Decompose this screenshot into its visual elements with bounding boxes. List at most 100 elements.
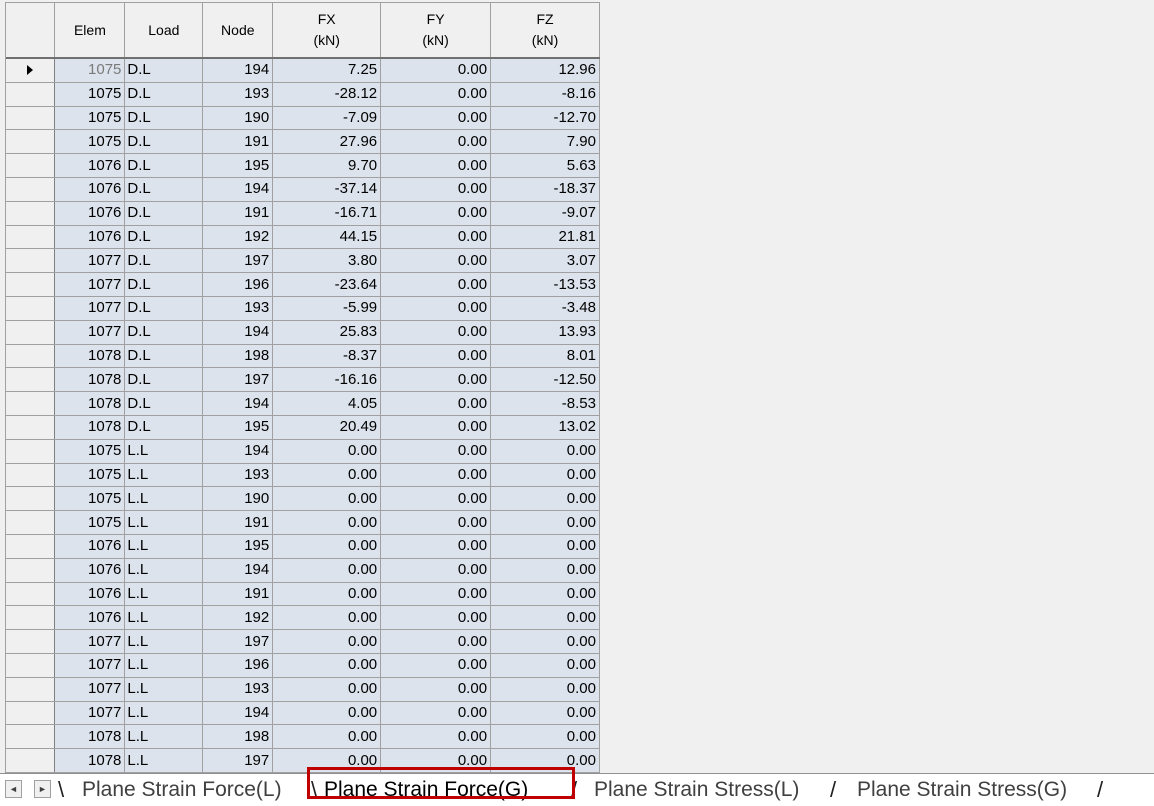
- cell-fx[interactable]: 25.83: [272, 320, 382, 345]
- cell-fx[interactable]: 44.15: [272, 225, 382, 250]
- tab-plane-strain-force-l[interactable]: Plane Strain Force(L): [82, 776, 282, 804]
- cell-node[interactable]: 197: [202, 748, 274, 773]
- cell-fy[interactable]: 0.00: [380, 225, 492, 250]
- cell-fy[interactable]: 0.00: [380, 558, 492, 583]
- table-row[interactable]: 1075 L.L 194 0.00 0.00 0.00: [6, 439, 600, 464]
- cell-load[interactable]: L.L: [124, 629, 204, 654]
- cell-fz[interactable]: 0.00: [490, 748, 600, 773]
- cell-fy[interactable]: 0.00: [380, 415, 492, 440]
- cell-elem[interactable]: 1077: [54, 677, 126, 702]
- cell-node[interactable]: 193: [202, 82, 274, 107]
- cell-fy[interactable]: 0.00: [380, 391, 492, 416]
- table-row[interactable]: 1076 L.L 194 0.00 0.00 0.00: [6, 558, 600, 583]
- cell-elem[interactable]: 1076: [54, 558, 126, 583]
- cell-fx[interactable]: -16.71: [272, 201, 382, 226]
- row-selector[interactable]: [6, 748, 56, 773]
- cell-fz[interactable]: -8.53: [490, 391, 600, 416]
- row-selector[interactable]: [6, 367, 56, 393]
- cell-elem[interactable]: 1076: [54, 225, 126, 250]
- cell-fy[interactable]: 0.00: [380, 296, 492, 321]
- cell-fy[interactable]: 0.00: [380, 272, 492, 297]
- cell-node[interactable]: 191: [202, 510, 274, 535]
- cell-node[interactable]: 193: [202, 463, 274, 488]
- cell-fz[interactable]: 0.00: [490, 724, 600, 750]
- cell-elem[interactable]: 1076: [54, 534, 126, 559]
- cell-fz[interactable]: 7.90: [490, 129, 600, 155]
- cell-elem[interactable]: 1077: [54, 272, 126, 297]
- table-row[interactable]: 1077 L.L 193 0.00 0.00 0.00: [6, 677, 600, 702]
- cell-fx[interactable]: 0.00: [272, 582, 382, 607]
- cell-load[interactable]: D.L: [124, 201, 204, 226]
- cell-fz[interactable]: 12.96: [490, 58, 600, 83]
- cell-fy[interactable]: 0.00: [380, 58, 492, 83]
- cell-node[interactable]: 193: [202, 677, 274, 702]
- cell-fy[interactable]: 0.00: [380, 177, 492, 202]
- cell-fz[interactable]: -12.50: [490, 367, 600, 393]
- cell-fy[interactable]: 0.00: [380, 534, 492, 559]
- cell-elem[interactable]: 1075: [54, 510, 126, 535]
- cell-fz[interactable]: 0.00: [490, 677, 600, 702]
- cell-elem[interactable]: 1075: [54, 439, 126, 464]
- cell-fx[interactable]: 27.96: [272, 129, 382, 155]
- cell-load[interactable]: D.L: [124, 248, 204, 274]
- result-table-grid[interactable]: Elem Load Node FX (kN) FY (kN) FZ (kN) 1…: [5, 2, 600, 773]
- cell-fy[interactable]: 0.00: [380, 439, 492, 464]
- cell-fy[interactable]: 0.00: [380, 582, 492, 607]
- cell-fz[interactable]: -13.53: [490, 272, 600, 297]
- cell-elem[interactable]: 1075: [54, 106, 126, 131]
- tab-scroll-left-button[interactable]: ◄: [5, 780, 22, 798]
- cell-node[interactable]: 194: [202, 58, 274, 83]
- cell-fy[interactable]: 0.00: [380, 153, 492, 178]
- cell-fz[interactable]: 8.01: [490, 344, 600, 369]
- row-selector[interactable]: [6, 320, 56, 345]
- row-selector[interactable]: [6, 629, 56, 654]
- cell-load[interactable]: L.L: [124, 534, 204, 559]
- cell-elem[interactable]: 1077: [54, 296, 126, 321]
- cell-elem[interactable]: 1076: [54, 582, 126, 607]
- row-selector[interactable]: [6, 724, 56, 750]
- cell-fz[interactable]: 13.02: [490, 415, 600, 440]
- row-selector[interactable]: [6, 344, 56, 369]
- cell-load[interactable]: L.L: [124, 510, 204, 535]
- row-selector[interactable]: [6, 653, 56, 678]
- cell-fx[interactable]: -5.99: [272, 296, 382, 321]
- table-row[interactable]: 1078 D.L 195 20.49 0.00 13.02: [6, 415, 600, 440]
- cell-load[interactable]: L.L: [124, 677, 204, 702]
- cell-fy[interactable]: 0.00: [380, 367, 492, 393]
- table-row[interactable]: 1076 L.L 191 0.00 0.00 0.00: [6, 582, 600, 607]
- cell-fx[interactable]: 0.00: [272, 510, 382, 535]
- row-header-corner[interactable]: [6, 3, 56, 59]
- tab-plane-strain-stress-g[interactable]: Plane Strain Stress(G): [857, 776, 1067, 804]
- cell-load[interactable]: D.L: [124, 320, 204, 345]
- cell-fy[interactable]: 0.00: [380, 629, 492, 654]
- cell-node[interactable]: 190: [202, 486, 274, 512]
- cell-elem[interactable]: 1077: [54, 653, 126, 678]
- row-selector[interactable]: [6, 558, 56, 583]
- cell-fy[interactable]: 0.00: [380, 320, 492, 345]
- row-selector[interactable]: [6, 510, 56, 535]
- cell-fz[interactable]: -3.48: [490, 296, 600, 321]
- cell-fy[interactable]: 0.00: [380, 724, 492, 750]
- table-row[interactable]: 1077 L.L 196 0.00 0.00 0.00: [6, 653, 600, 678]
- cell-fx[interactable]: 4.05: [272, 391, 382, 416]
- cell-fz[interactable]: -9.07: [490, 201, 600, 226]
- cell-load[interactable]: L.L: [124, 439, 204, 464]
- cell-node[interactable]: 197: [202, 367, 274, 393]
- cell-load[interactable]: D.L: [124, 225, 204, 250]
- cell-node[interactable]: 194: [202, 391, 274, 416]
- cell-fy[interactable]: 0.00: [380, 653, 492, 678]
- cell-node[interactable]: 193: [202, 296, 274, 321]
- cell-load[interactable]: L.L: [124, 463, 204, 488]
- cell-fx[interactable]: 0.00: [272, 724, 382, 750]
- cell-elem[interactable]: 1078: [54, 748, 126, 773]
- cell-elem[interactable]: 1078: [54, 344, 126, 369]
- cell-node[interactable]: 194: [202, 439, 274, 464]
- cell-elem[interactable]: 1077: [54, 701, 126, 726]
- cell-load[interactable]: D.L: [124, 344, 204, 369]
- row-selector[interactable]: [6, 129, 56, 155]
- cell-node[interactable]: 192: [202, 225, 274, 250]
- cell-fz[interactable]: 0.00: [490, 629, 600, 654]
- table-row[interactable]: 1076 L.L 195 0.00 0.00 0.00: [6, 534, 600, 559]
- table-row[interactable]: 1077 L.L 197 0.00 0.00 0.00: [6, 629, 600, 654]
- cell-elem[interactable]: 1078: [54, 391, 126, 416]
